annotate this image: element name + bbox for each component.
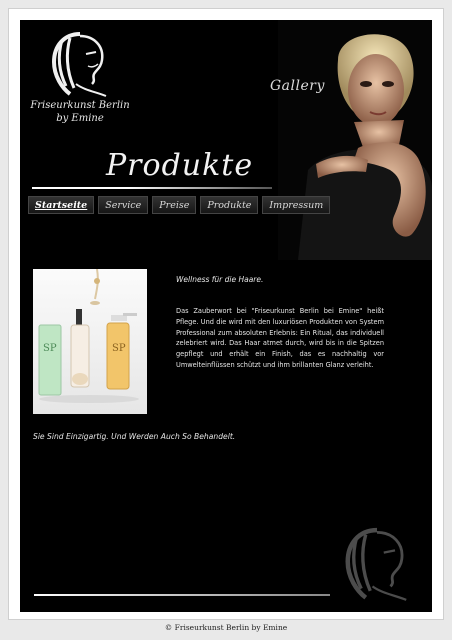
nav-item-startseite[interactable]: Startseite bbox=[28, 196, 95, 214]
body-text: Das Zauberwort bei "Friseurkunst Berlin … bbox=[176, 307, 384, 369]
content-panel: Friseurkunst Berlin by Emine Gallery Pro… bbox=[20, 20, 432, 612]
product-description: Wellness für die Haare. Das Zauberwort b… bbox=[176, 275, 384, 371]
nav-item-service[interactable]: Service bbox=[98, 196, 149, 214]
brand-name: Friseurkunst Berlin bbox=[30, 100, 130, 111]
nav-item-produkte[interactable]: Produkte bbox=[200, 196, 259, 214]
woman-face-logo-icon bbox=[51, 32, 107, 97]
nav-item-preise[interactable]: Preise bbox=[152, 196, 197, 214]
product-label: SP bbox=[43, 343, 57, 354]
header-portrait-image bbox=[278, 20, 432, 260]
tagline: Wellness für die Haare. bbox=[176, 275, 264, 284]
woman-face-watermark-icon bbox=[345, 527, 407, 601]
product-image: SP SP bbox=[33, 269, 147, 414]
main-navigation: Startseite Service Preise Produkte Impre… bbox=[28, 196, 331, 214]
page-title: Produkte bbox=[106, 148, 254, 183]
nav-item-impressum[interactable]: Impressum bbox=[262, 196, 331, 214]
gallery-link[interactable]: Gallery bbox=[270, 78, 325, 94]
svg-text:SP: SP bbox=[112, 343, 126, 354]
slogan: Sie Sind Einzigartig. Und Werden Auch So… bbox=[33, 432, 236, 441]
bottom-divider bbox=[34, 594, 330, 596]
footer-copyright: © Friseurkunst Berlin by Emine bbox=[164, 623, 288, 632]
brand-subtitle: by Emine bbox=[56, 113, 104, 124]
heading-divider bbox=[32, 187, 272, 189]
